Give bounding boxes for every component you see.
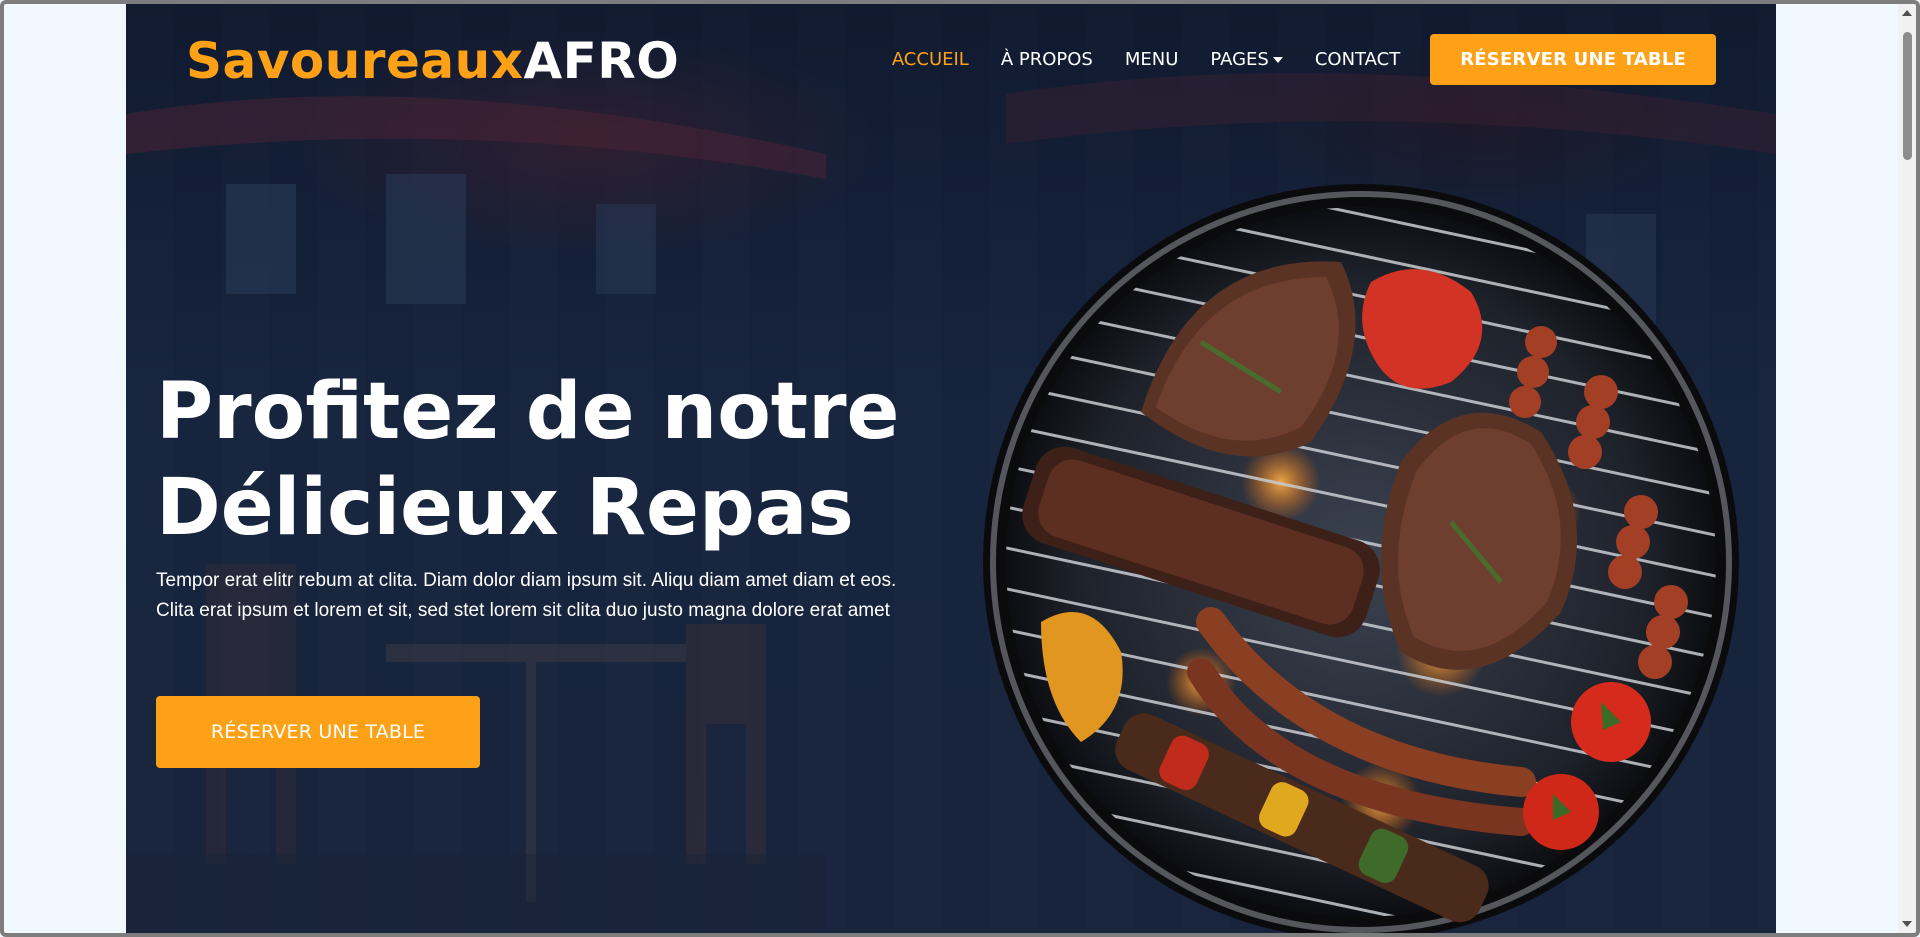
nav-links: ACCUEIL À PROPOS MENU PAGES CONTACT RÉSE…	[860, 34, 1716, 85]
scrollbar-thumb[interactable]	[1903, 32, 1912, 160]
nav-item-a-propos[interactable]: À PROPOS	[1001, 49, 1093, 70]
hero-title-line2: Délicieux Repas	[156, 463, 854, 553]
navbar: SavoureauxAFRO ACCUEIL À PROPOS MENU PAG…	[126, 4, 1776, 118]
nav-item-pages-label: PAGES	[1210, 49, 1269, 70]
vertical-scrollbar[interactable]	[1898, 4, 1916, 933]
hero-title: Profitez de notre Délicieux Repas	[156, 364, 956, 556]
nav-item-menu[interactable]: MENU	[1125, 49, 1179, 70]
brand-name-part1: Savoureaux	[186, 32, 524, 90]
caret-down-icon	[1272, 56, 1283, 63]
hero-reserve-button[interactable]: RÉSERVER UNE TABLE	[156, 696, 480, 768]
nav-reserve-button[interactable]: RÉSERVER UNE TABLE	[1430, 34, 1716, 85]
bbq-grill-image	[981, 182, 1741, 933]
nav-item-contact[interactable]: CONTACT	[1315, 49, 1400, 70]
hero-description: Tempor erat elitr rebum at clita. Diam d…	[156, 570, 897, 621]
brand-logo[interactable]: SavoureauxAFRO	[186, 32, 679, 90]
hero-title-line1: Profitez de notre	[156, 367, 900, 457]
scroll-up-arrow-icon[interactable]	[1902, 10, 1912, 16]
nav-item-pages[interactable]: PAGES	[1210, 49, 1283, 70]
scroll-down-arrow-icon[interactable]	[1902, 921, 1912, 927]
brand-name-part2: AFRO	[523, 32, 680, 90]
hero-section: SavoureauxAFRO ACCUEIL À PROPOS MENU PAG…	[126, 4, 1776, 933]
nav-item-accueil[interactable]: ACCUEIL	[892, 49, 969, 70]
